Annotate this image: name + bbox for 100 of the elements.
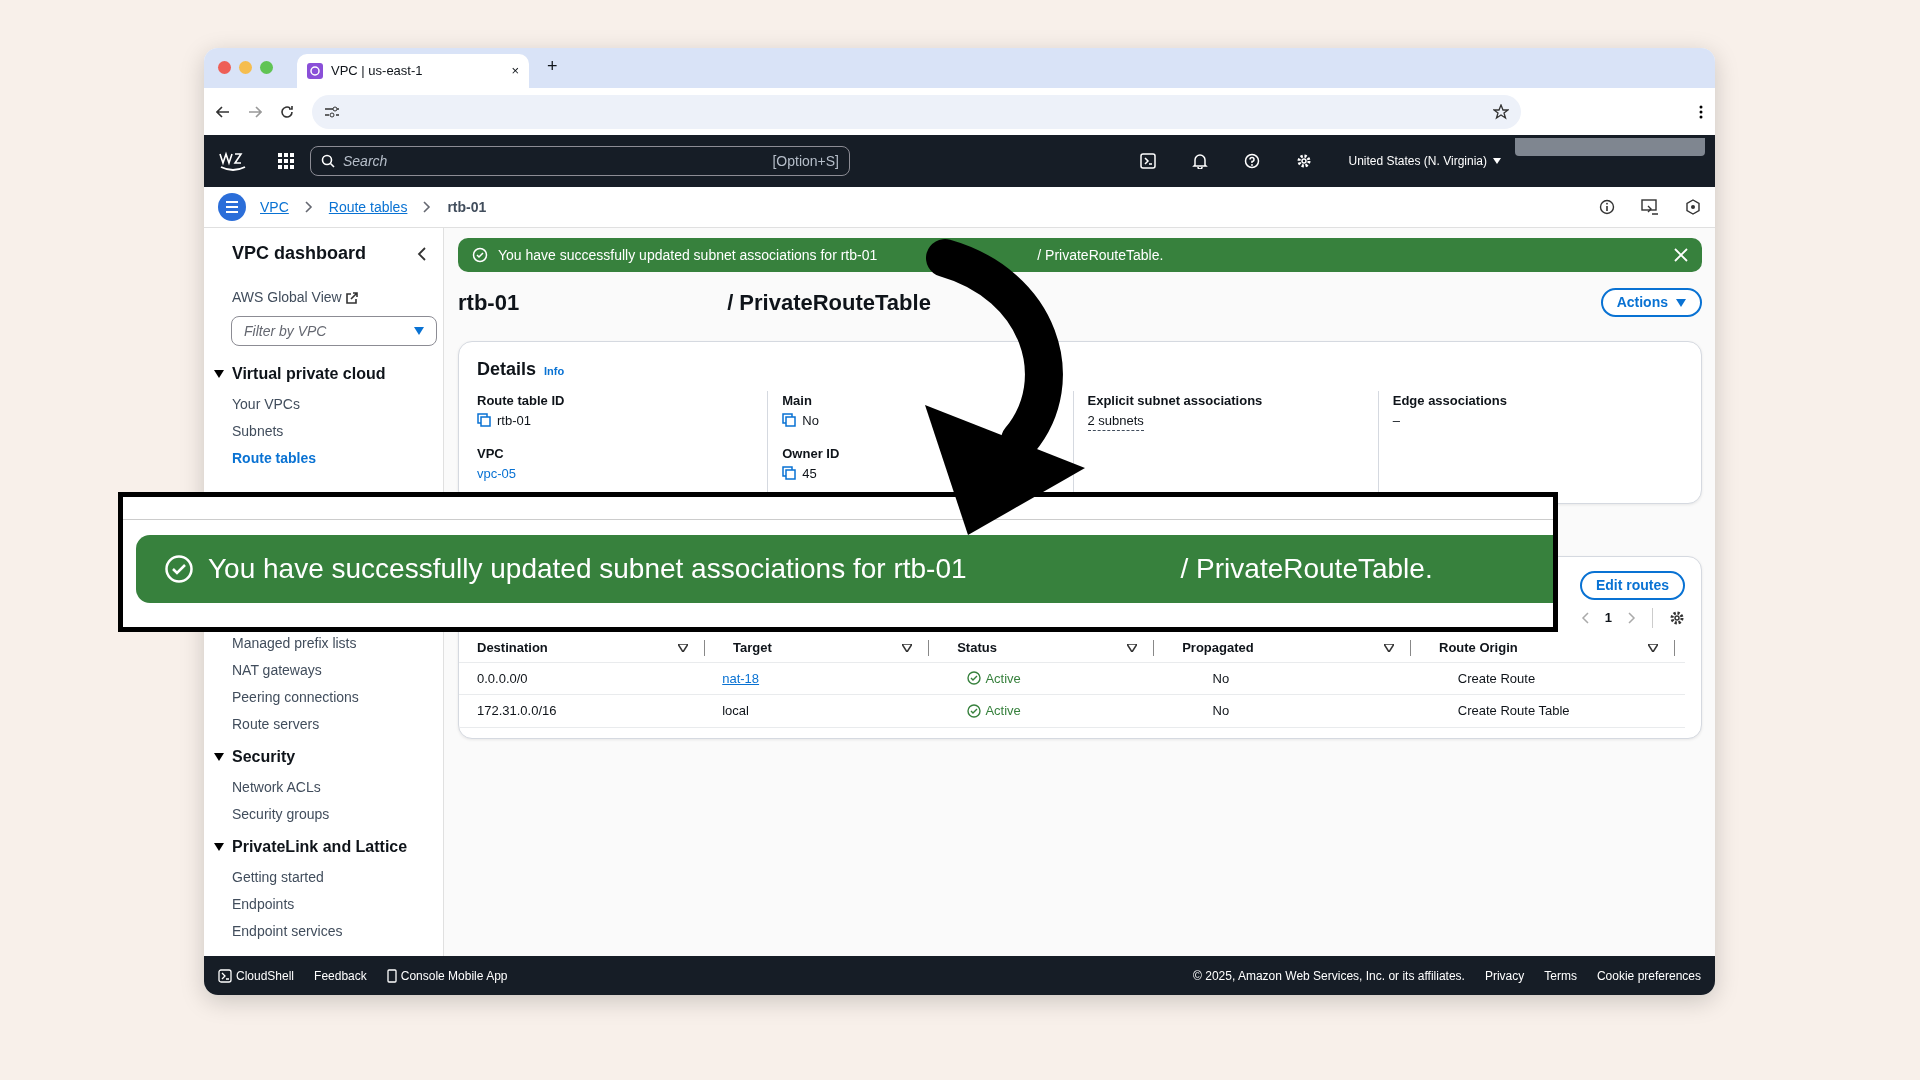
field-link[interactable]: 2 subnets	[1087, 410, 1144, 431]
minimize-window-dot[interactable]	[239, 61, 252, 74]
services-grid-icon[interactable]	[278, 153, 294, 169]
sidebar-item[interactable]: Route tables	[204, 444, 443, 471]
success-icon	[967, 703, 982, 718]
shortcut-hint: [Option+S]	[772, 151, 839, 171]
sidebar-item[interactable]: Route servers	[204, 710, 443, 737]
footer-link[interactable]: Cookie preferences	[1596, 966, 1701, 985]
copy-icon[interactable]	[477, 413, 491, 428]
site-settings-icon[interactable]	[324, 104, 340, 119]
logo-icon[interactable]	[218, 150, 248, 172]
sidebar-item[interactable]: Peering connections	[204, 683, 443, 710]
field-value: rtb-01	[497, 411, 531, 430]
settings-icon[interactable]	[1669, 610, 1685, 626]
column-header: Propagated	[1182, 639, 1254, 657]
phone-icon	[386, 968, 397, 983]
column-header: Destination	[477, 639, 548, 657]
footer-link[interactable]: Terms	[1544, 966, 1577, 985]
sidebar-section-title[interactable]: Security	[232, 745, 296, 769]
forward-icon[interactable]	[248, 104, 262, 119]
region-selector[interactable]: United States (N. Virginia)	[1348, 152, 1487, 170]
field-link[interactable]: vpc-05	[477, 463, 517, 483]
status-text: Active	[985, 669, 1021, 688]
page-title: rtb-01	[458, 289, 520, 317]
success-message: You have successfully updated subnet associations for rtb-01	[208, 552, 967, 586]
sort-icon[interactable]	[1127, 643, 1138, 652]
field-value: –	[1392, 411, 1400, 430]
page-number[interactable]: 1	[1604, 608, 1612, 628]
table-link[interactable]: nat-18	[722, 670, 760, 686]
help-icon[interactable]	[1244, 153, 1261, 169]
close-tab-button[interactable]: ×	[511, 61, 519, 81]
sidebar-item[interactable]: Getting started	[204, 863, 443, 890]
browser-tab[interactable]: VPC | us-east-1 ×	[297, 54, 529, 88]
info-icon[interactable]	[1599, 199, 1615, 215]
close-window-dot[interactable]	[218, 61, 231, 74]
chevron-icon	[304, 201, 313, 213]
sidebar-item[interactable]: Endpoints	[204, 890, 443, 917]
reload-icon[interactable]	[280, 104, 294, 119]
footer-link[interactable]: Feedback	[314, 966, 367, 985]
field-label: Main	[782, 392, 813, 410]
field-label: Explicit subnet associations	[1087, 392, 1264, 410]
hexagon-icon[interactable]	[1685, 199, 1701, 215]
expanded-caret-icon[interactable]	[214, 370, 224, 378]
sort-icon[interactable]	[1384, 643, 1394, 652]
search-placeholder: Search	[343, 151, 389, 171]
breadcrumb-current: rtb-01	[447, 197, 487, 217]
footer-link[interactable]: Privacy	[1484, 966, 1525, 985]
info-link[interactable]: Info	[544, 363, 565, 380]
table-cell-text: No	[1211, 702, 1231, 720]
sidebar-title: VPC dashboard	[231, 242, 367, 265]
sort-icon[interactable]	[678, 643, 689, 652]
table-cell-text: 172.31.0.0/16	[476, 702, 558, 720]
field-value: 45	[802, 464, 817, 483]
global-view-link[interactable]: AWS Global View	[204, 267, 443, 308]
sidebar-item[interactable]: Security groups	[204, 800, 443, 827]
collapse-icon[interactable]	[417, 246, 427, 261]
success-icon	[472, 247, 488, 263]
sidebar-item[interactable]: NAT gateways	[204, 656, 443, 683]
expanded-caret-icon[interactable]	[214, 843, 224, 851]
sidebar-item[interactable]: Network ACLs	[204, 773, 443, 800]
actions-button[interactable]: Actions	[1600, 288, 1702, 317]
sort-icon[interactable]	[902, 643, 913, 652]
back-icon[interactable]	[216, 104, 230, 119]
field-label: Owner ID	[782, 445, 841, 463]
sidebar-item[interactable]: Managed prefix lists	[204, 629, 443, 656]
breadcrumb-link[interactable]: Route tables	[328, 196, 408, 218]
tab-title: VPC | us-east-1	[331, 62, 424, 81]
edit-routes-button[interactable]: Edit routes	[1579, 571, 1685, 600]
close-icon[interactable]	[1674, 248, 1688, 262]
column-header: Status	[957, 639, 997, 657]
footer-link[interactable]: CloudShell	[218, 966, 295, 985]
sidebar-section-title[interactable]: PrivateLink and Lattice	[232, 835, 408, 859]
chevron-icon	[423, 201, 432, 213]
caret-icon[interactable]	[1493, 158, 1501, 164]
column-header: Target	[733, 639, 772, 657]
sidebar-item[interactable]: Your VPCs	[204, 390, 443, 417]
success-icon	[164, 554, 194, 584]
sidebar-section-title[interactable]: Virtual private cloud	[232, 362, 386, 386]
table-cell-text: No	[1211, 669, 1231, 688]
monitor-icon[interactable]	[1641, 199, 1659, 215]
expanded-caret-icon[interactable]	[214, 753, 224, 761]
field-value: No	[802, 411, 819, 430]
new-tab-button[interactable]: +	[547, 53, 558, 80]
star-icon[interactable]	[1493, 103, 1509, 120]
breadcrumb-link[interactable]: VPC	[260, 196, 289, 218]
copy-icon[interactable]	[782, 466, 797, 481]
vpc-filter-dropdown[interactable]: Filter by VPC	[231, 316, 437, 346]
maximize-window-dot[interactable]	[260, 61, 273, 74]
sidebar-item[interactable]: Endpoint services	[204, 917, 443, 944]
terminal-icon[interactable]	[1140, 153, 1157, 169]
search-field[interactable]: Search [Option+S]	[310, 146, 850, 176]
terminal-icon	[218, 968, 232, 983]
table-cell-text: Create Route	[1456, 669, 1537, 688]
menu-icon[interactable]	[1699, 104, 1703, 119]
copy-icon[interactable]	[782, 413, 797, 428]
sidebar-item[interactable]: Subnets	[204, 417, 443, 444]
footer-link[interactable]: Console Mobile App	[386, 966, 508, 985]
settings-icon[interactable]	[1296, 153, 1313, 169]
sort-icon[interactable]	[1648, 643, 1658, 652]
notifications-icon[interactable]	[1192, 153, 1209, 169]
